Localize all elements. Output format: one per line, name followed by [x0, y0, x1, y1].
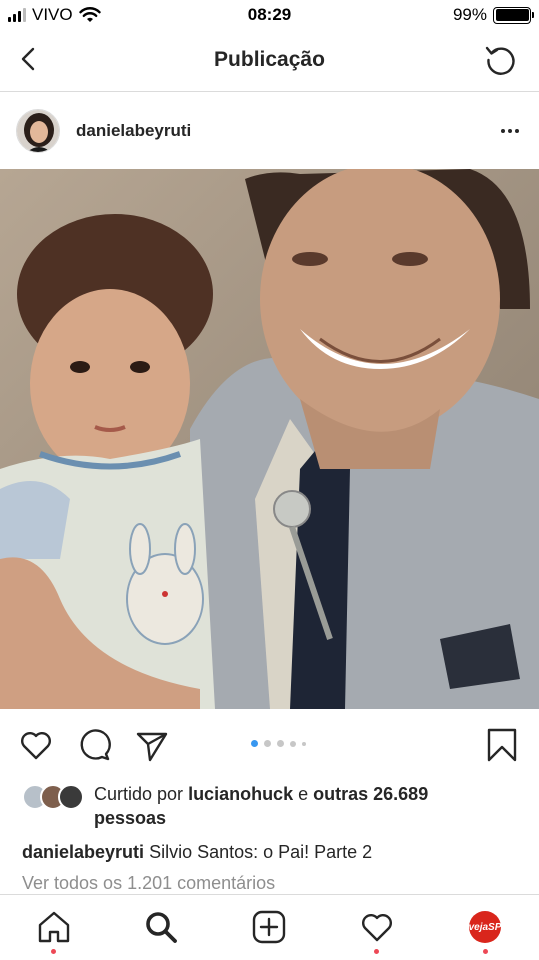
page-title: Publicação: [214, 48, 325, 71]
likes-joiner: e: [298, 784, 309, 804]
activity-notification-dot: [374, 949, 379, 954]
activity-icon[interactable]: [359, 909, 395, 945]
caption: danielabeyruti Silvio Santos: o Pai! Par…: [22, 840, 522, 864]
likes-suffix[interactable]: pessoas: [94, 808, 166, 828]
avatar[interactable]: [16, 109, 60, 153]
new-post-icon[interactable]: [251, 909, 287, 945]
carousel-indicator: [251, 740, 306, 747]
liked-by-avatars[interactable]: [22, 784, 88, 810]
likes-text[interactable]: Curtido por lucianohuck e outras 26.689 …: [94, 782, 524, 830]
likes-prefix: Curtido por: [94, 784, 184, 804]
more-options-icon[interactable]: [501, 129, 519, 133]
nav-header: Publicação: [0, 30, 539, 92]
share-icon[interactable]: [134, 727, 170, 763]
search-icon[interactable]: [143, 909, 179, 945]
post-actions: [0, 709, 539, 779]
profile-notification-dot: [483, 949, 488, 954]
avatar: [58, 784, 84, 810]
home-notification-dot: [51, 949, 56, 954]
caption-username[interactable]: danielabeyruti: [22, 842, 144, 862]
status-bar: VIVO 08:29 99%: [0, 0, 539, 30]
likes-others[interactable]: outras 26.689: [313, 784, 428, 804]
caption-text: Silvio Santos: o Pai! Parte 2: [149, 842, 373, 862]
photo-image: [0, 169, 539, 709]
bookmark-icon[interactable]: [484, 727, 520, 763]
post-header: danielabeyruti: [0, 93, 539, 169]
profile-badge-label: vejaSP: [468, 921, 502, 933]
status-right: 99%: [452, 5, 534, 25]
refresh-icon[interactable]: [483, 42, 519, 78]
post-photo[interactable]: [0, 169, 539, 709]
view-comments-link[interactable]: Ver todos os 1.201 comentários: [22, 873, 275, 894]
profile-icon[interactable]: vejaSP: [469, 911, 501, 943]
home-icon[interactable]: [36, 909, 72, 945]
liked-by-user[interactable]: lucianohuck: [188, 784, 293, 804]
battery-icon: [493, 6, 534, 24]
heart-icon[interactable]: [18, 727, 54, 763]
battery-percent: 99%: [452, 5, 487, 24]
comment-icon[interactable]: [77, 727, 113, 763]
tab-bar: vejaSP: [0, 894, 539, 960]
post-username[interactable]: danielabeyruti: [76, 121, 191, 141]
